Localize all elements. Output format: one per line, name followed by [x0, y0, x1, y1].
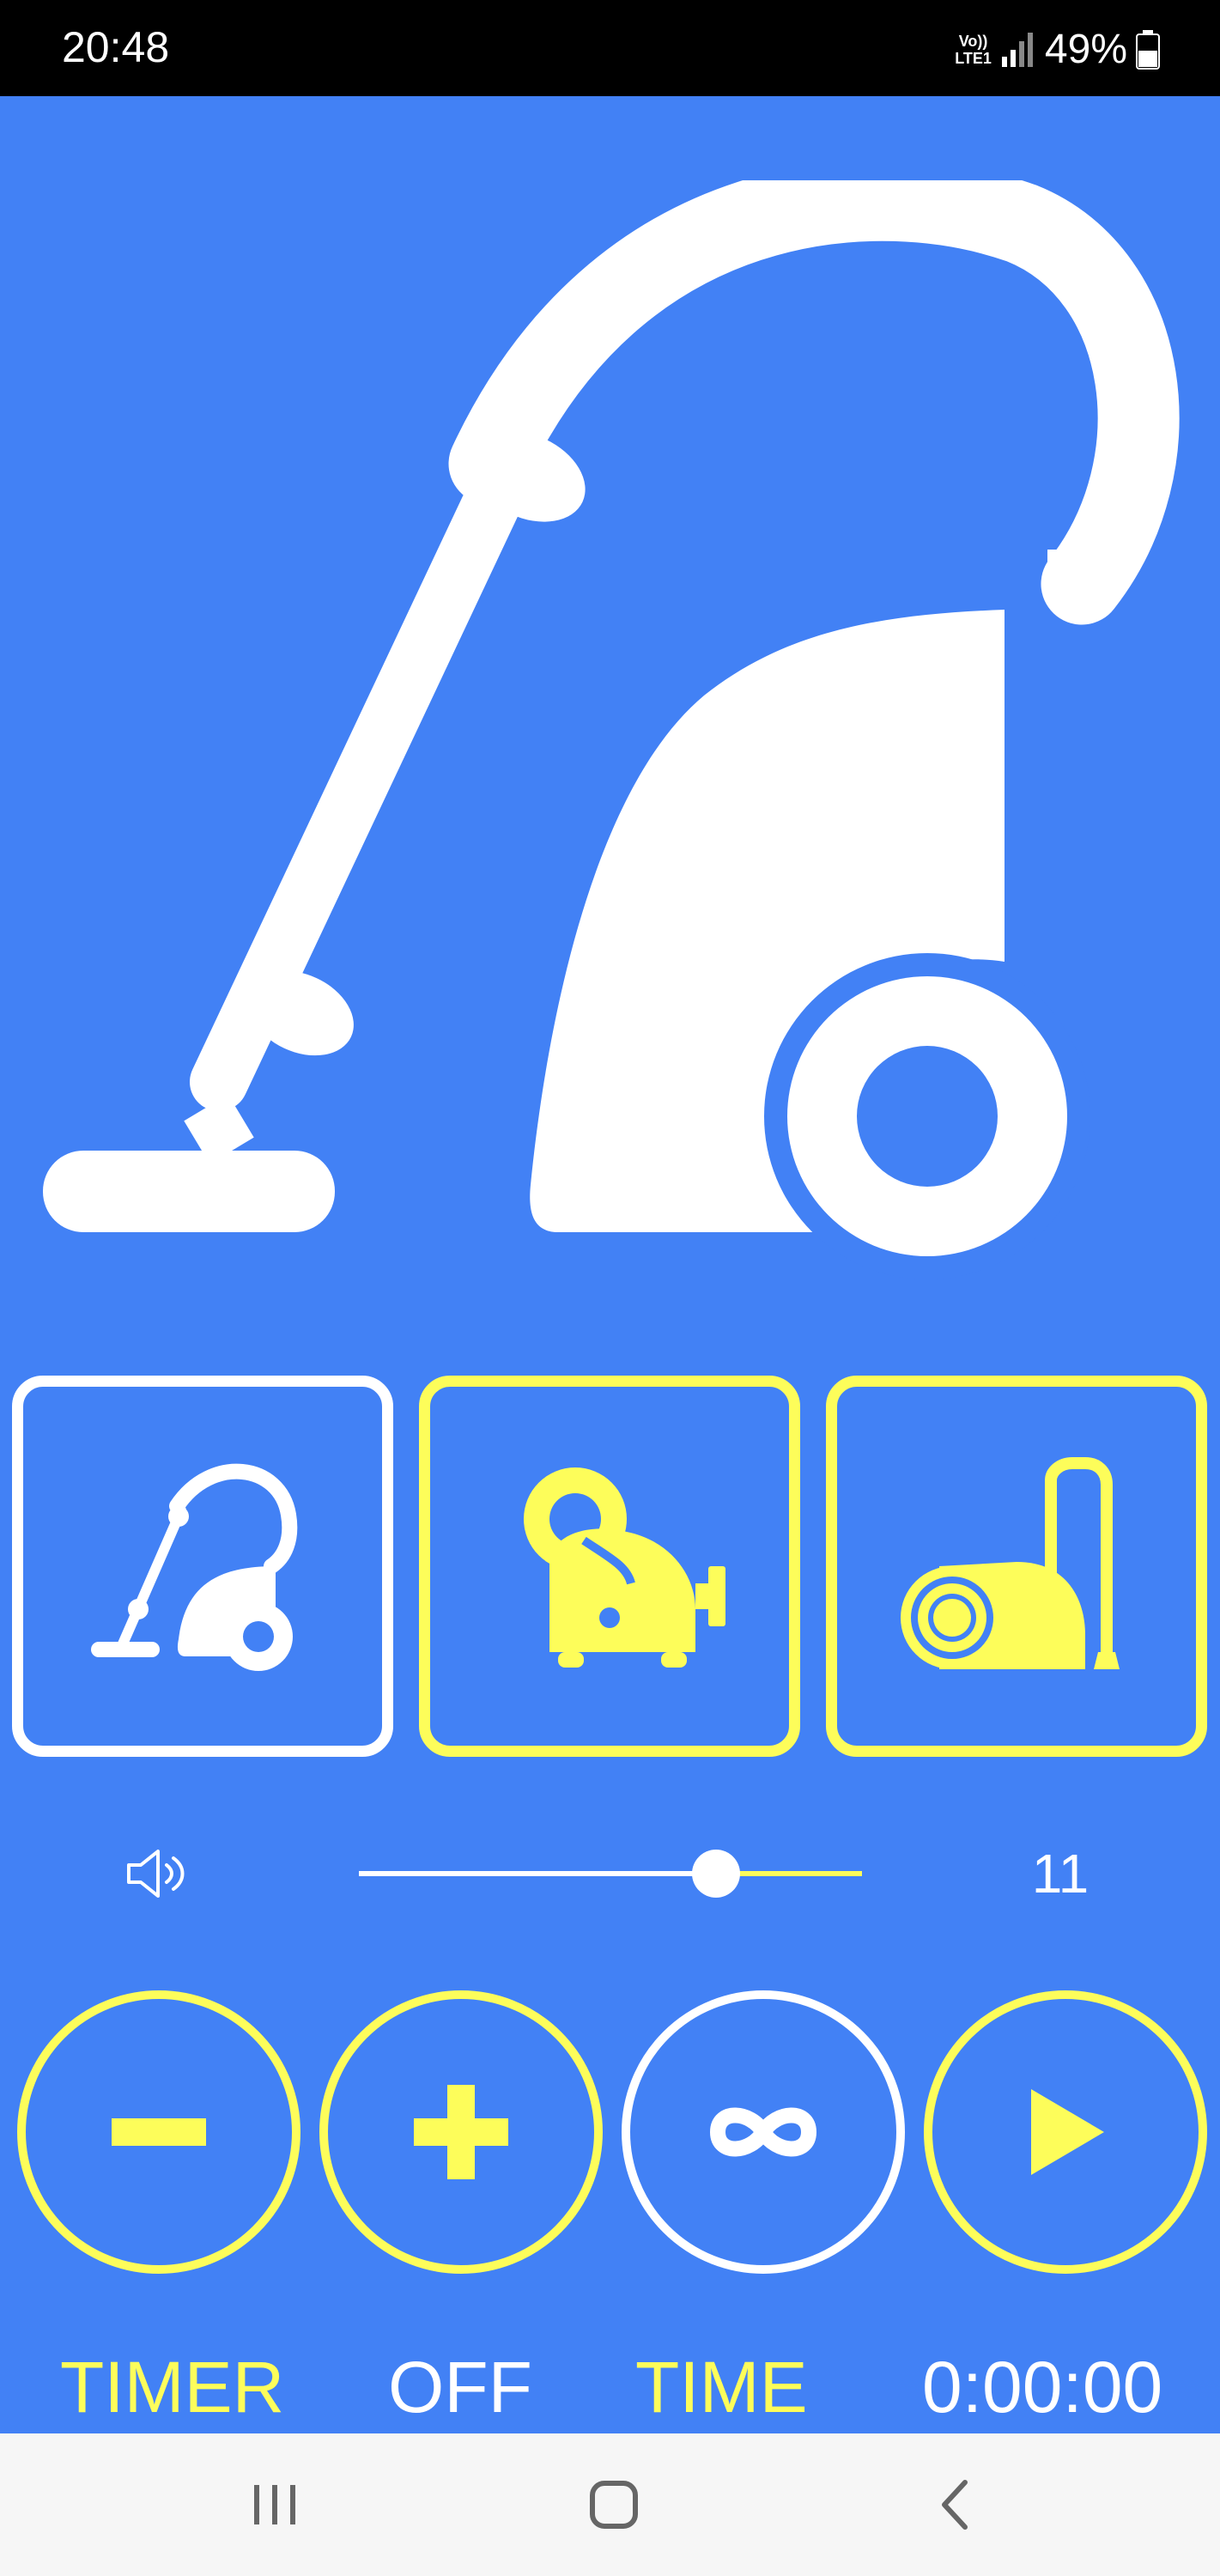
plus-icon: [414, 2085, 508, 2179]
home-icon[interactable]: [588, 2479, 640, 2530]
status-time: 20:48: [62, 23, 170, 71]
upright-vacuum-icon: [91, 1463, 298, 1671]
slider-thumb[interactable]: [692, 1850, 740, 1898]
infinity-icon: [709, 2107, 817, 2157]
time-value: 0:00:00: [922, 2347, 1163, 2427]
time-label: TIME: [635, 2347, 808, 2427]
signal-icon: [1001, 33, 1033, 67]
status-icons: Vo)) LTE1 49%: [955, 26, 1160, 74]
speaker-icon[interactable]: [125, 1846, 194, 1901]
status-bar: 20:48 Vo)) LTE1 49%: [0, 0, 1220, 96]
minus-button[interactable]: [17, 1990, 300, 2274]
play-button[interactable]: [924, 1990, 1207, 2274]
volume-value: 11: [1031, 1843, 1090, 1905]
plus-button[interactable]: [319, 1990, 603, 2274]
recent-apps-icon[interactable]: [251, 2483, 299, 2526]
volume-slider[interactable]: [359, 1846, 862, 1901]
mode-cylinder-button[interactable]: [826, 1376, 1207, 1757]
volte-indicator: Vo)) LTE1: [955, 33, 992, 67]
mode-canister-button[interactable]: [419, 1376, 800, 1757]
timer-label: TIMER: [60, 2347, 285, 2427]
navigation-bar: [0, 2433, 1220, 2576]
timer-state[interactable]: OFF: [388, 2344, 532, 2430]
loop-button[interactable]: [622, 1990, 905, 2274]
battery-icon: [1136, 30, 1160, 70]
battery-percent: 49%: [1044, 27, 1127, 72]
slider-track-filled: [359, 1871, 716, 1876]
mode-upright-button[interactable]: [12, 1376, 393, 1757]
minus-icon: [112, 2118, 206, 2146]
canister-vacuum-icon: [524, 1467, 725, 1668]
cylinder-vacuum-icon: [901, 1457, 1120, 1669]
vacuum-illustration-icon: [43, 180, 1180, 1279]
back-icon[interactable]: [938, 2479, 972, 2530]
play-icon: [1031, 2089, 1104, 2175]
